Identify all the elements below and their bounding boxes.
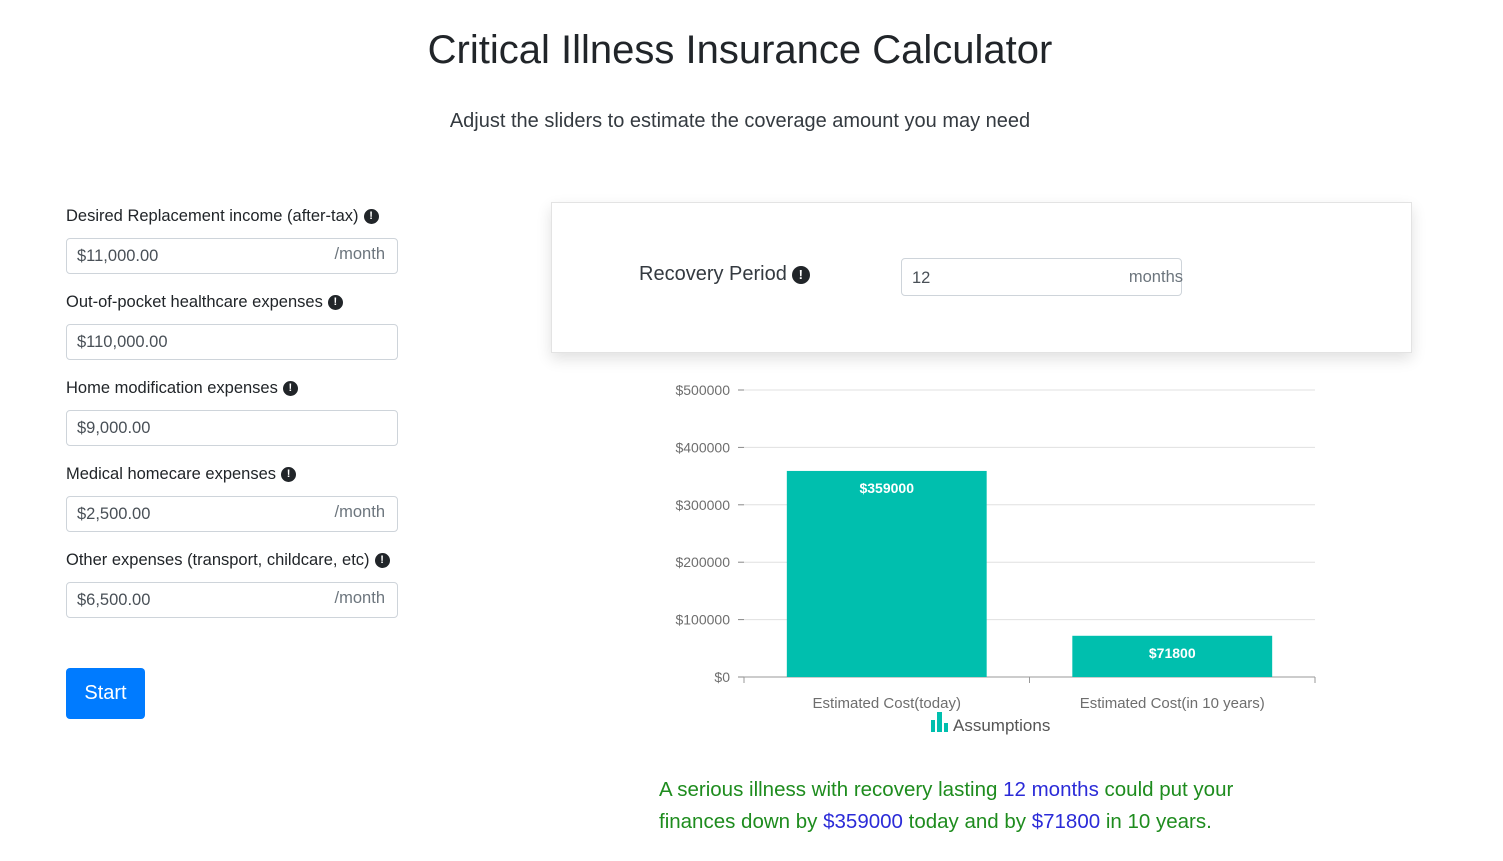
homecare-expenses-group: Medical homecare expenses ! /month [66,462,406,532]
legend-icon-bar [937,712,942,732]
start-button[interactable]: Start [66,668,145,719]
y-tick-label: $300000 [675,497,730,513]
legend-label: Assumptions [953,716,1050,735]
recovery-period-field[interactable]: months [901,258,1183,296]
healthcare-expenses-group: Out-of-pocket healthcare expenses ! [66,290,406,360]
x-tick-label: Estimated Cost(in 10 years) [1080,695,1265,712]
home-modification-input[interactable] [77,419,317,438]
input-form: Desired Replacement income (after-tax) !… [66,204,406,634]
recovery-period-suffix: months [1128,268,1183,286]
home-modification-field[interactable] [66,410,398,446]
bar-data-label: $359000 [859,480,914,496]
summary-months: 12 months [1003,778,1099,801]
recovery-period-label: Recovery Period [639,263,787,285]
exclamation-circle-icon[interactable]: ! [327,294,343,310]
home-modification-label: Home modification expenses [66,379,278,397]
recovery-period-input[interactable] [912,269,1092,288]
healthcare-expenses-label: Out-of-pocket healthcare expenses [66,293,323,311]
healthcare-expenses-field[interactable] [66,324,398,360]
replacement-income-input[interactable] [77,247,317,266]
legend-icon-bar [931,720,935,732]
homecare-expenses-suffix: /month [334,503,385,521]
x-tick-label: Estimated Cost(today) [813,695,961,712]
healthcare-expenses-input[interactable] [77,333,317,352]
recovery-card: Recovery Period ! months [551,202,1412,353]
summary-later: $71800 [1031,810,1101,833]
summary-part-3: today and by [902,810,1032,833]
y-tick-label: $100000 [675,612,730,628]
legend-icon-bar [944,723,948,732]
summary-text: A serious illness with recovery lasting … [659,774,1299,838]
replacement-income-suffix: /month [334,245,385,263]
exclamation-circle-icon[interactable]: ! [281,466,297,482]
other-expenses-field[interactable]: /month [66,582,398,618]
homecare-expenses-label: Medical homecare expenses [66,465,277,483]
exclamation-circle-icon[interactable]: ! [363,208,379,224]
page-subtitle: Adjust the sliders to estimate the cover… [449,110,1031,132]
y-tick-label: $400000 [675,439,730,455]
replacement-income-field[interactable]: /month [66,238,398,274]
y-tick-label: $500000 [675,382,730,398]
other-expenses-label: Other expenses (transport, childcare, et… [66,551,370,569]
exclamation-circle-icon[interactable]: ! [374,552,390,568]
replacement-income-group: Desired Replacement income (after-tax) !… [66,204,406,274]
y-tick-label: $200000 [675,554,730,570]
other-expenses-suffix: /month [334,589,385,607]
home-modification-group: Home modification expenses ! [66,376,406,446]
summary-part-4: in 10 years. [1100,810,1212,833]
y-tick-label: $0 [714,669,730,685]
replacement-income-label: Desired Replacement income (after-tax) [66,207,359,225]
summary-part-1: A serious illness with recovery lasting [659,778,1004,801]
cost-bar-chart: $0 $100000 $200000 $300000 $400000 $500000 $35… [675,382,1316,735]
exclamation-circle-icon[interactable]: ! [282,380,298,396]
exclamation-circle-icon[interactable]: ! [791,265,810,284]
bar [786,470,987,677]
homecare-expenses-field[interactable]: /month [66,496,398,532]
other-expenses-group: Other expenses (transport, childcare, et… [66,548,406,618]
other-expenses-input[interactable] [77,591,317,610]
homecare-expenses-input[interactable] [77,505,317,524]
bar-data-label: $71800 [1149,645,1196,661]
page-title: Critical Illness Insurance Calculator [427,28,1053,72]
summary-today: $359000 [823,810,903,833]
